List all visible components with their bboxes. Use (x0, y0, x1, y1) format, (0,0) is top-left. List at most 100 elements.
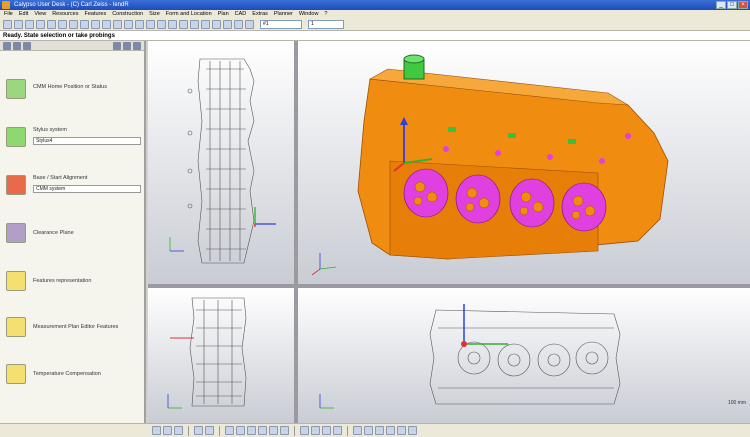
horizontal-splitter[interactable] (148, 284, 750, 288)
panel-down-icon[interactable] (123, 42, 131, 50)
panel-sort-icon[interactable] (113, 42, 121, 50)
zoom-in-icon[interactable] (225, 426, 234, 435)
settings-icon[interactable] (201, 20, 210, 29)
measure-icon[interactable] (223, 20, 232, 29)
shaded-icon[interactable] (364, 426, 373, 435)
fit-icon[interactable] (146, 20, 155, 29)
menu-size[interactable]: Size (149, 10, 160, 19)
vertical-splitter[interactable] (294, 41, 298, 423)
panel-list-icon[interactable] (13, 42, 21, 50)
view-z-icon[interactable] (322, 426, 331, 435)
list-item[interactable]: Stylus system Stylus4 (0, 124, 146, 174)
redo-icon[interactable] (91, 20, 100, 29)
select-icon[interactable] (205, 426, 214, 435)
alignment-field[interactable]: CMM system (33, 185, 141, 193)
list-item-label: Features representation (33, 278, 92, 284)
light-icon[interactable] (397, 426, 406, 435)
view-top-icon[interactable] (168, 20, 177, 29)
view-x-icon[interactable] (300, 426, 309, 435)
help-icon[interactable] (245, 20, 254, 29)
temperature-icon (6, 364, 26, 384)
list-item-label: Base / Start Alignment (33, 175, 88, 181)
minimize-button[interactable]: _ (716, 1, 726, 9)
pointer-icon[interactable] (194, 426, 203, 435)
zoom-fit-icon[interactable] (258, 426, 267, 435)
wireframe-icon[interactable] (353, 426, 362, 435)
menu-window[interactable]: Window (299, 10, 319, 19)
save-icon[interactable] (25, 20, 34, 29)
menu-bar: File Edit View Resources Features Constr… (0, 10, 750, 19)
toolbar-separator (347, 425, 348, 436)
toolbar-separator (219, 425, 220, 436)
panel-close-icon[interactable] (133, 42, 141, 50)
layer-icon[interactable] (174, 426, 183, 435)
menu-help[interactable]: ? (324, 10, 327, 19)
menu-edit[interactable]: Edit (19, 10, 28, 19)
cut-icon[interactable] (47, 20, 56, 29)
zoom-out-icon[interactable] (236, 426, 245, 435)
stylus-system-field[interactable]: Stylus4 (33, 137, 141, 145)
view-iso-icon[interactable] (190, 20, 199, 29)
panel-tool-icon[interactable] (3, 42, 11, 50)
list-item-label: Temperature Compensation (33, 371, 101, 377)
paste-icon[interactable] (69, 20, 78, 29)
zoom-icon[interactable] (113, 20, 122, 29)
panel-toolbar (0, 41, 144, 51)
list-item-label: CMM Home Position or Status (33, 84, 107, 90)
view-side-icon[interactable] (179, 20, 188, 29)
view-front-icon[interactable] (157, 20, 166, 29)
print-icon[interactable] (36, 20, 45, 29)
list-item[interactable]: Clearance Plane (0, 220, 146, 270)
list-item[interactable]: Temperature Compensation (0, 361, 146, 411)
color-icon[interactable] (408, 426, 417, 435)
open-icon[interactable] (14, 20, 23, 29)
features-icon (6, 271, 26, 291)
binoculars-icon[interactable] (102, 20, 111, 29)
close-button[interactable]: × (738, 1, 748, 9)
menu-form-location[interactable]: Form and Location (166, 10, 212, 19)
cylinder-head-model (311, 54, 669, 276)
list-item[interactable]: Features representation (0, 268, 146, 318)
toolbar: #1 1 (0, 19, 750, 31)
section-icon[interactable] (386, 426, 395, 435)
menu-cad[interactable]: CAD (235, 10, 247, 19)
view-iso-bottom-icon[interactable] (333, 426, 342, 435)
list-item[interactable]: Measurement Plan Editor Features (0, 314, 146, 364)
viewport-side[interactable] (148, 41, 294, 284)
clearance-plane-icon (6, 223, 26, 243)
menu-plan[interactable]: Plan (218, 10, 229, 19)
maximize-button[interactable]: □ (727, 1, 737, 9)
stylus-toolbar-icon[interactable] (212, 20, 221, 29)
box-icon[interactable] (163, 426, 172, 435)
viewport-front[interactable] (148, 288, 294, 423)
menu-features[interactable]: Features (84, 10, 106, 19)
rotate-icon[interactable] (124, 20, 133, 29)
viewport-top[interactable]: 100 mm (298, 288, 750, 423)
index-combo[interactable]: 1 (308, 20, 344, 29)
view-y-icon[interactable] (311, 426, 320, 435)
wireframe-front-view (167, 297, 247, 409)
list-item-label: Stylus system (33, 127, 67, 133)
pan-view-icon[interactable] (280, 426, 289, 435)
pan-icon[interactable] (135, 20, 144, 29)
alignment-toolbar-icon[interactable] (234, 20, 243, 29)
menu-construction[interactable]: Construction (112, 10, 143, 19)
menu-file[interactable]: File (4, 10, 13, 19)
menu-resources[interactable]: Resources (52, 10, 78, 19)
list-item[interactable]: Base / Start Alignment CMM system (0, 172, 146, 222)
undo-icon[interactable] (80, 20, 89, 29)
panel-pin-icon[interactable] (23, 42, 31, 50)
menu-extras[interactable]: Extras (252, 10, 268, 19)
menu-planner[interactable]: Planner (274, 10, 293, 19)
new-icon[interactable] (3, 20, 12, 29)
list-item[interactable]: CMM Home Position or Status (0, 76, 146, 126)
menu-view[interactable]: View (34, 10, 46, 19)
camera-icon[interactable] (152, 426, 161, 435)
view-combo[interactable]: #1 (260, 20, 302, 29)
hidden-line-icon[interactable] (375, 426, 384, 435)
rotate-view-icon[interactable] (269, 426, 278, 435)
feature-panel: CMM Home Position or Status Stylus syste… (0, 41, 146, 423)
zoom-window-icon[interactable] (247, 426, 256, 435)
copy-icon[interactable] (58, 20, 67, 29)
viewport-3d[interactable] (298, 41, 750, 284)
